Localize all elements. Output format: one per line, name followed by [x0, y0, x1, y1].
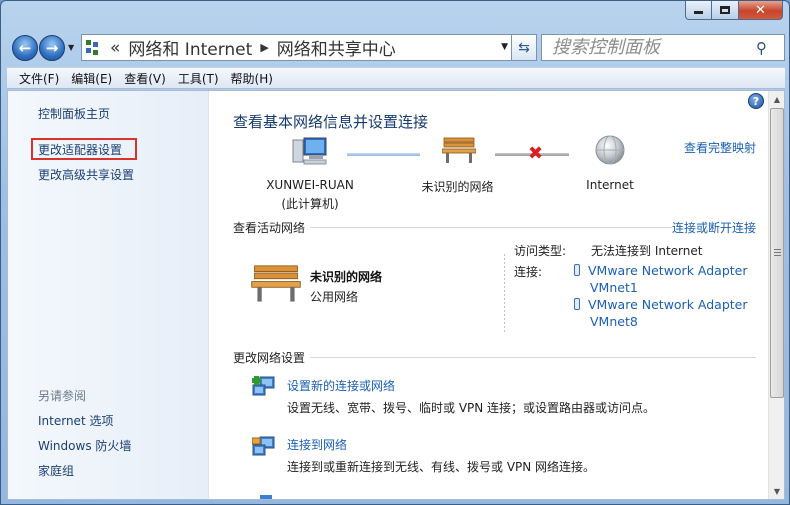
adapter-id: VMnet1 — [590, 280, 638, 295]
connection-line-ok — [347, 153, 420, 156]
grip-icon — [774, 249, 781, 257]
content-area: 控制面板主页 更改适配器设置 更改高级共享设置 另请参阅 Internet 选项… — [7, 90, 785, 500]
help-icon[interactable]: ? — [748, 93, 764, 109]
minimize-icon — [694, 11, 703, 14]
adapter-id: VMnet8 — [590, 314, 638, 329]
network-adapter-icon — [574, 264, 580, 276]
network-map: XUNWEI-RUAN (此计算机) 未识别的网络 ✖ Internet — [210, 135, 767, 211]
arrow-left-icon: ← — [18, 39, 32, 57]
network-adapter-icon — [574, 298, 580, 310]
sidebar-link-adapter-settings[interactable]: 更改适配器设置 — [38, 141, 122, 158]
connect-disconnect-link[interactable]: 连接或断开连接 — [672, 219, 756, 236]
new-connection-icon — [252, 376, 275, 396]
active-networks-heading: 查看活动网络 — [233, 221, 306, 235]
refresh-button[interactable]: ⇆ — [511, 34, 537, 61]
connections-label: 连接: — [514, 265, 543, 279]
sidebar-link-homegroup[interactable]: 家庭组 — [38, 462, 74, 479]
task-new-connection[interactable]: 设置新的连接或网络 — [287, 377, 395, 394]
sidebar: 控制面板主页 更改适配器设置 更改高级共享设置 另请参阅 Internet 选项… — [8, 91, 209, 499]
menu-help[interactable]: 帮助(H) — [225, 70, 279, 87]
sidebar-link-advanced-sharing[interactable]: 更改高级共享设置 — [38, 166, 134, 183]
address-dropdown-icon[interactable]: ▼ — [501, 42, 508, 52]
map-node-computer[interactable]: XUNWEI-RUAN (此计算机) — [255, 136, 365, 211]
arrow-right-icon: → — [45, 39, 59, 57]
page-title: 查看基本网络信息并设置连接 — [233, 113, 429, 131]
menu-tools[interactable]: 工具(T) — [172, 70, 225, 87]
breadcrumb-network-center[interactable]: 网络和共享中心 — [277, 35, 396, 60]
map-internet-label: Internet — [586, 178, 634, 192]
scroll-up-icon[interactable]: ▲ — [769, 91, 784, 107]
vertical-scrollbar[interactable]: ▲ ▼ — [768, 91, 784, 499]
access-type-label: 访问类型: — [514, 244, 567, 258]
menu-edit[interactable]: 编辑(E) — [65, 70, 118, 87]
sidebar-link-internet-options[interactable]: Internet 选项 — [38, 412, 113, 429]
task-connect-network-desc: 连接到或重新连接到无线、有线、拨号或 VPN 网络连接。 — [287, 460, 596, 474]
breadcrumb-overflow[interactable]: « — [110, 38, 120, 58]
refresh-icon: ⇆ — [518, 39, 530, 56]
maximize-icon — [720, 6, 730, 14]
search-box[interactable]: ⚲ — [541, 34, 785, 61]
vertical-divider — [504, 254, 505, 334]
bench-large-icon — [251, 265, 301, 302]
close-icon: ✕ — [755, 2, 766, 18]
address-bar[interactable]: « 网络和 Internet ▶ 网络和共享中心 ▼ — [81, 34, 513, 61]
maximize-button[interactable] — [712, 1, 739, 20]
computer-icon — [292, 137, 327, 165]
active-network-name: 未识别的网络 — [310, 270, 383, 284]
sidebar-link-control-panel-home[interactable]: 控制面板主页 — [38, 105, 110, 122]
chevron-right-icon[interactable]: ▶ — [260, 41, 268, 54]
map-node-network[interactable]: 未识别的网络 — [415, 136, 500, 196]
no-connection-x-icon[interactable]: ✖ — [528, 143, 543, 164]
minimize-button[interactable] — [685, 1, 712, 20]
task-new-connection-desc: 设置无线、宽带、拨号、临时或 VPN 连接；或设置路由器或访问点。 — [287, 401, 656, 415]
map-node-internet[interactable]: Internet — [575, 135, 645, 196]
scrollbar-thumb[interactable] — [770, 108, 784, 398]
recent-pages-dropdown[interactable]: ▼ — [68, 43, 74, 52]
see-also-heading: 另请参阅 — [38, 389, 87, 403]
menu-bar: 文件(F) 编辑(E) 查看(V) 工具(T) 帮助(H) — [7, 67, 785, 89]
caption-buttons: ✕ — [685, 1, 783, 20]
active-network-type[interactable]: 公用网络 — [310, 288, 358, 305]
navigation-bar: ← → ▼ « 网络和 Internet ▶ 网络和共享中心 ▼ ⇆ ⚲ — [9, 31, 785, 63]
window-frame: ✕ ← → ▼ « 网络和 Internet ▶ 网络和共享中心 ▼ ⇆ ⚲ — [0, 0, 790, 505]
connect-network-icon — [252, 436, 275, 456]
sidebar-link-firewall[interactable]: Windows 防火墙 — [38, 437, 131, 454]
task-connect-network[interactable]: 连接到网络 — [287, 436, 347, 453]
section-divider — [310, 227, 672, 228]
network-center-icon — [86, 39, 104, 56]
search-icon[interactable]: ⚲ — [756, 39, 767, 57]
main-pane: ? 查看基本网络信息并设置连接 查看完整映射 XUNWEI-RUAN (此计算机… — [210, 91, 767, 499]
close-button[interactable]: ✕ — [739, 1, 783, 20]
section-divider — [310, 357, 756, 358]
bench-icon — [442, 137, 476, 163]
access-type-value: 无法连接到 Internet — [591, 244, 703, 258]
map-network-name: 未识别的网络 — [421, 180, 494, 194]
adapter-name: VMware Network Adapter — [588, 297, 748, 312]
menu-file[interactable]: 文件(F) — [13, 70, 65, 87]
search-input[interactable] — [542, 37, 752, 58]
cut-off-task — [260, 493, 410, 499]
adapter-link-vmnet8[interactable]: VMware Network Adapter VMnet8 — [574, 296, 748, 330]
adapter-link-vmnet1[interactable]: VMware Network Adapter VMnet1 — [574, 262, 748, 296]
forward-button[interactable]: → — [39, 35, 65, 61]
breadcrumb-network-internet[interactable]: 网络和 Internet — [128, 35, 252, 60]
scroll-down-icon[interactable]: ▼ — [769, 483, 784, 499]
globe-icon — [595, 135, 625, 165]
back-button[interactable]: ← — [12, 35, 38, 61]
adapter-name: VMware Network Adapter — [588, 263, 748, 278]
menu-view[interactable]: 查看(V) — [118, 70, 172, 87]
change-settings-heading: 更改网络设置 — [233, 351, 306, 365]
map-computer-name: XUNWEI-RUAN — [266, 178, 354, 192]
map-computer-sub: (此计算机) — [281, 197, 339, 211]
